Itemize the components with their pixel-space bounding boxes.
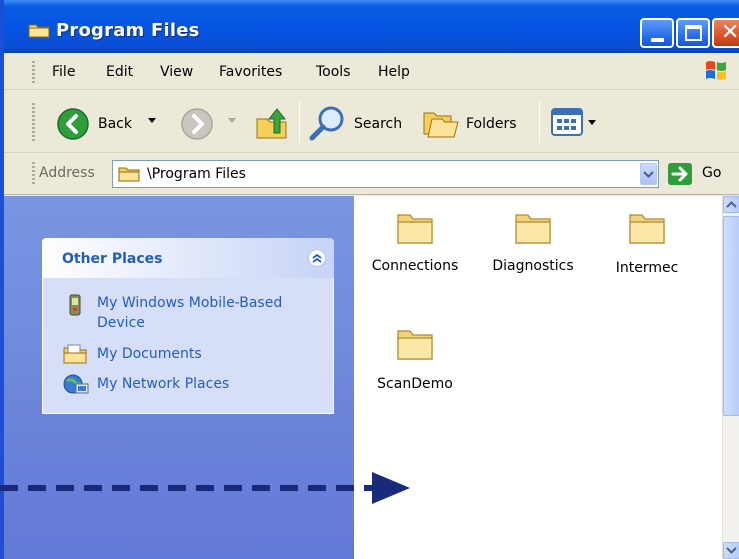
menu-favorites[interactable]: Favorites — [219, 64, 282, 80]
collapse-button[interactable] — [308, 249, 326, 267]
address-label: Address — [39, 165, 95, 181]
menu-file[interactable]: File — [52, 64, 75, 80]
toolbar-separator — [299, 101, 300, 143]
addressbar-grip[interactable] — [32, 162, 35, 186]
toolbar-grip[interactable] — [32, 103, 35, 143]
address-bar: Address \Program Files Go — [4, 154, 739, 195]
panel-title: Other Places — [62, 251, 163, 267]
panel-header[interactable]: Other Places — [42, 238, 334, 278]
menu-view[interactable]: View — [160, 64, 193, 80]
folders-label[interactable]: Folders — [466, 116, 517, 132]
menu-bar: File Edit View Favorites Tools Help — [4, 53, 739, 90]
folder-icon — [28, 24, 50, 38]
search-icon[interactable] — [308, 104, 348, 142]
menu-edit[interactable]: Edit — [106, 64, 133, 80]
window-title: Program Files — [56, 20, 200, 41]
windows-logo-icon — [706, 61, 726, 80]
back-dropdown-icon[interactable] — [148, 118, 156, 123]
folders-icon[interactable] — [422, 107, 460, 139]
go-label[interactable]: Go — [702, 165, 721, 181]
place-label[interactable]: My Network Places — [97, 374, 327, 394]
folder-icon — [397, 330, 433, 360]
other-places-panel: Other Places My Windows Mobile-Based Dev… — [42, 238, 334, 414]
annotation-arrow-icon — [0, 472, 410, 504]
forward-dropdown-icon[interactable] — [228, 118, 236, 123]
scroll-up-button[interactable] — [723, 196, 739, 213]
scroll-down-button[interactable] — [723, 542, 739, 559]
folder-up-icon[interactable] — [254, 105, 290, 141]
scroll-thumb[interactable] — [723, 216, 739, 416]
chevron-up-icon — [726, 201, 737, 208]
file-name: Connections — [371, 258, 459, 274]
back-arrow-icon[interactable] — [56, 107, 90, 141]
mobile-device-icon — [69, 294, 81, 316]
network-places-icon — [63, 374, 89, 394]
place-label[interactable]: My Documents — [97, 344, 327, 364]
back-label[interactable]: Back — [98, 116, 132, 132]
file-item[interactable]: Diagnostics — [478, 210, 588, 274]
double-chevron-up-icon — [312, 253, 322, 263]
minimize-button[interactable] — [640, 18, 674, 48]
forward-arrow-icon[interactable] — [180, 107, 214, 141]
my-documents-icon — [63, 344, 87, 364]
address-input[interactable]: \Program Files — [112, 160, 659, 188]
file-item[interactable]: ScanDemo — [360, 326, 470, 392]
search-label[interactable]: Search — [354, 116, 402, 132]
views-dropdown-icon[interactable] — [588, 120, 596, 125]
standard-toolbar: Back Search Folders — [4, 91, 739, 153]
go-arrow-icon[interactable] — [668, 163, 692, 185]
panel-body: My Windows Mobile-Based Device My Docume… — [42, 278, 334, 414]
vertical-scrollbar[interactable] — [722, 196, 739, 559]
toolbar-separator — [539, 101, 540, 143]
menubar-grip[interactable] — [32, 61, 35, 83]
folder-icon — [118, 167, 140, 182]
file-name: Diagnostics — [492, 258, 574, 274]
folder-icon — [629, 214, 665, 244]
folder-icon — [397, 214, 433, 244]
maximize-button[interactable] — [676, 18, 710, 48]
chevron-down-icon — [643, 171, 654, 178]
close-button[interactable]: ✕ — [712, 18, 739, 48]
place-label[interactable]: My Windows Mobile-Based Device — [97, 293, 327, 333]
file-item[interactable]: Connections — [360, 210, 470, 274]
title-bar[interactable]: Program Files ✕ — [4, 0, 739, 53]
views-icon[interactable] — [551, 108, 583, 136]
file-name: ScanDemo — [377, 376, 453, 392]
file-name: Intermec — [615, 260, 679, 276]
folder-icon — [515, 214, 551, 244]
address-dropdown-button[interactable] — [640, 163, 657, 185]
menu-help[interactable]: Help — [378, 64, 410, 80]
address-value: \Program Files — [147, 166, 246, 182]
menu-tools[interactable]: Tools — [316, 64, 351, 80]
file-item[interactable]: Intermec — [592, 210, 702, 276]
chevron-down-icon — [726, 547, 737, 554]
